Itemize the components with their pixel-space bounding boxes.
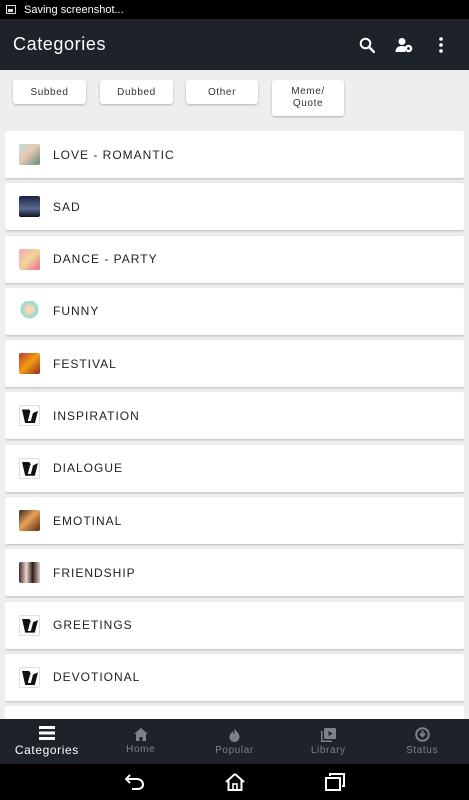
home-system-button[interactable] xyxy=(210,764,260,800)
category-item-sad[interactable]: SAD xyxy=(5,183,464,231)
category-label: EMOTINAL xyxy=(53,513,123,528)
meme-quote-line1: Meme/ xyxy=(291,86,325,97)
category-label: LOVE - ROMANTIC xyxy=(53,147,175,162)
category-item-friendship[interactable]: FRIENDSHIP xyxy=(5,549,464,597)
nav-categories[interactable]: Categories xyxy=(0,719,94,764)
recents-icon xyxy=(324,773,345,791)
category-thumbnail xyxy=(19,248,40,270)
nav-label: Popular xyxy=(215,744,254,756)
image-icon xyxy=(6,5,16,14)
category-list: LOVE - ROMANTIC SAD DANCE - PARTY FUNNY … xyxy=(5,131,464,719)
category-label: FUNNY xyxy=(53,304,100,319)
category-label: SAD xyxy=(53,199,81,214)
search-button[interactable] xyxy=(348,25,385,65)
search-icon xyxy=(359,37,375,53)
back-icon xyxy=(124,774,144,790)
nav-label: Categories xyxy=(14,743,79,757)
category-item-dialogue[interactable]: DIALOGUE xyxy=(5,444,464,492)
dubbed-chip[interactable]: Dubbed xyxy=(100,80,173,104)
nav-label: Library xyxy=(310,744,346,756)
home-icon xyxy=(133,728,148,741)
nav-label: Home xyxy=(126,744,156,755)
account-settings-icon xyxy=(395,37,412,52)
category-item-inspiration[interactable]: INSPIRATION xyxy=(5,392,464,440)
category-item-dance-party[interactable]: DANCE - PARTY xyxy=(5,235,464,283)
category-item-devotional[interactable]: DEVOTIONAL xyxy=(5,653,464,701)
nav-popular[interactable]: Popular xyxy=(188,719,282,764)
download-status-icon xyxy=(414,727,430,742)
category-item-emotinal[interactable]: EMOTINAL xyxy=(5,497,464,545)
subbed-chip[interactable]: Subbed xyxy=(13,80,86,104)
category-thumbnail xyxy=(19,405,40,427)
category-item-partial[interactable] xyxy=(5,706,464,719)
category-label: INSPIRATION xyxy=(53,408,140,423)
category-label: DEVOTIONAL xyxy=(53,670,141,685)
more-options-button[interactable] xyxy=(422,25,459,65)
category-thumbnail xyxy=(19,457,40,479)
category-thumbnail xyxy=(19,196,40,218)
nav-home[interactable]: Home xyxy=(94,719,188,764)
category-thumbnail xyxy=(19,144,40,165)
category-label: DIALOGUE xyxy=(53,461,124,476)
recents-button[interactable] xyxy=(310,764,360,800)
category-label: GREETINGS xyxy=(53,618,133,633)
category-item-love-romantic[interactable]: LOVE - ROMANTIC xyxy=(5,131,464,178)
bottom-navigation: Categories Home Popular Library Status xyxy=(0,719,469,764)
nav-status[interactable]: Status xyxy=(375,719,469,764)
status-bar: Saving screenshot... xyxy=(0,0,469,19)
back-button[interactable] xyxy=(110,764,160,800)
meme-quote-chip[interactable]: Meme/ Quote xyxy=(272,80,344,116)
category-label: FRIENDSHIP xyxy=(53,565,136,580)
home-outline-icon xyxy=(224,773,245,791)
other-chip[interactable]: Other xyxy=(186,80,258,104)
category-label: FESTIVAL xyxy=(53,356,117,371)
nav-label: Status xyxy=(406,745,439,756)
more-vert-icon xyxy=(438,36,443,53)
filter-chips: Subbed Dubbed Other Meme/ Quote xyxy=(0,70,469,122)
category-thumbnail xyxy=(19,300,40,322)
nav-library[interactable]: Library xyxy=(281,719,375,764)
category-thumbnail xyxy=(19,666,40,688)
meme-quote-line2: Quote xyxy=(292,98,324,109)
category-item-greetings[interactable]: GREETINGS xyxy=(5,601,464,649)
category-thumbnail xyxy=(19,353,40,375)
system-navigation-bar xyxy=(0,764,469,800)
category-thumbnail xyxy=(19,614,40,636)
page-title: Categories xyxy=(13,34,107,54)
account-settings-button[interactable] xyxy=(385,25,422,65)
status-text: Saving screenshot... xyxy=(24,3,124,16)
category-label: DANCE - PARTY xyxy=(53,252,158,267)
category-item-funny[interactable]: FUNNY xyxy=(5,287,464,335)
category-item-festival[interactable]: FESTIVAL xyxy=(5,340,464,388)
flame-icon xyxy=(229,727,240,742)
video-library-icon xyxy=(320,727,336,742)
menu-icon xyxy=(38,726,55,740)
category-thumbnail xyxy=(19,562,40,584)
category-thumbnail xyxy=(19,510,40,532)
app-bar: Categories xyxy=(0,19,469,70)
